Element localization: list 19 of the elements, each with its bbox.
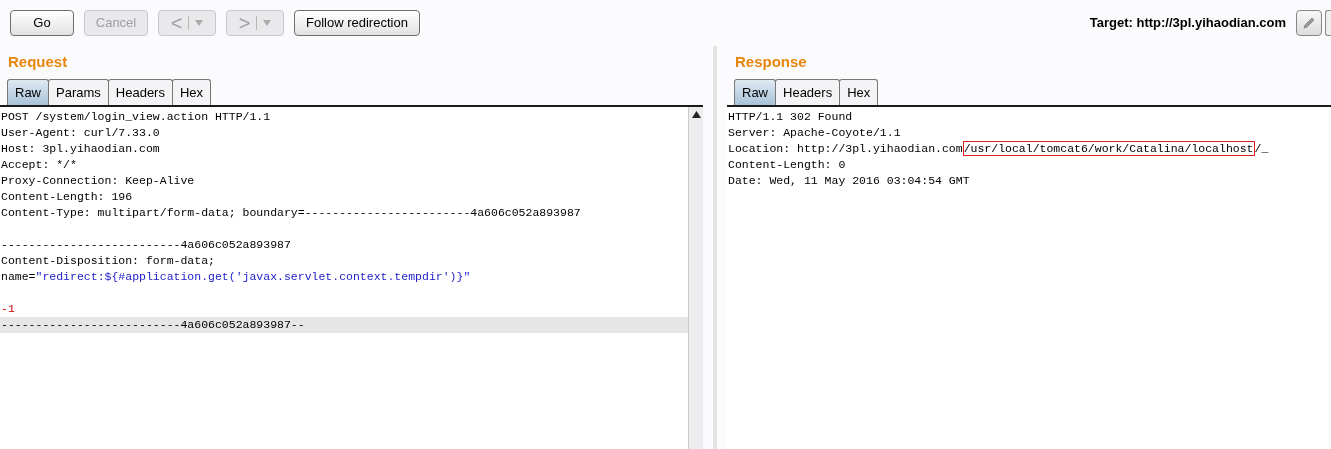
tab[interactable]: Raw [734,79,776,105]
dropdown-caret-icon [263,20,272,26]
scroll-up-arrow-icon[interactable] [691,111,701,118]
edit-button[interactable] [1296,10,1322,36]
tab[interactable]: Headers [775,79,841,105]
tab[interactable]: Params [48,79,109,105]
vertical-scrollbar[interactable] [688,107,703,449]
target-label: Target: http://3pl.yihaodian.com [1089,14,1286,33]
panel-title: Request [7,52,68,72]
panel-title: Response [734,52,807,72]
dropdown-caret-icon [195,20,204,26]
tab[interactable]: Hex [839,79,879,105]
toolbar-button[interactable]: Follow redirection [294,10,420,36]
toolbar-button[interactable]: Go [10,10,74,36]
pencil-icon [1301,15,1317,31]
toolbar-button[interactable] [1325,10,1331,36]
tab[interactable]: Hex [171,79,212,105]
tab[interactable]: Raw [7,79,49,105]
tab[interactable]: Headers [107,79,173,105]
